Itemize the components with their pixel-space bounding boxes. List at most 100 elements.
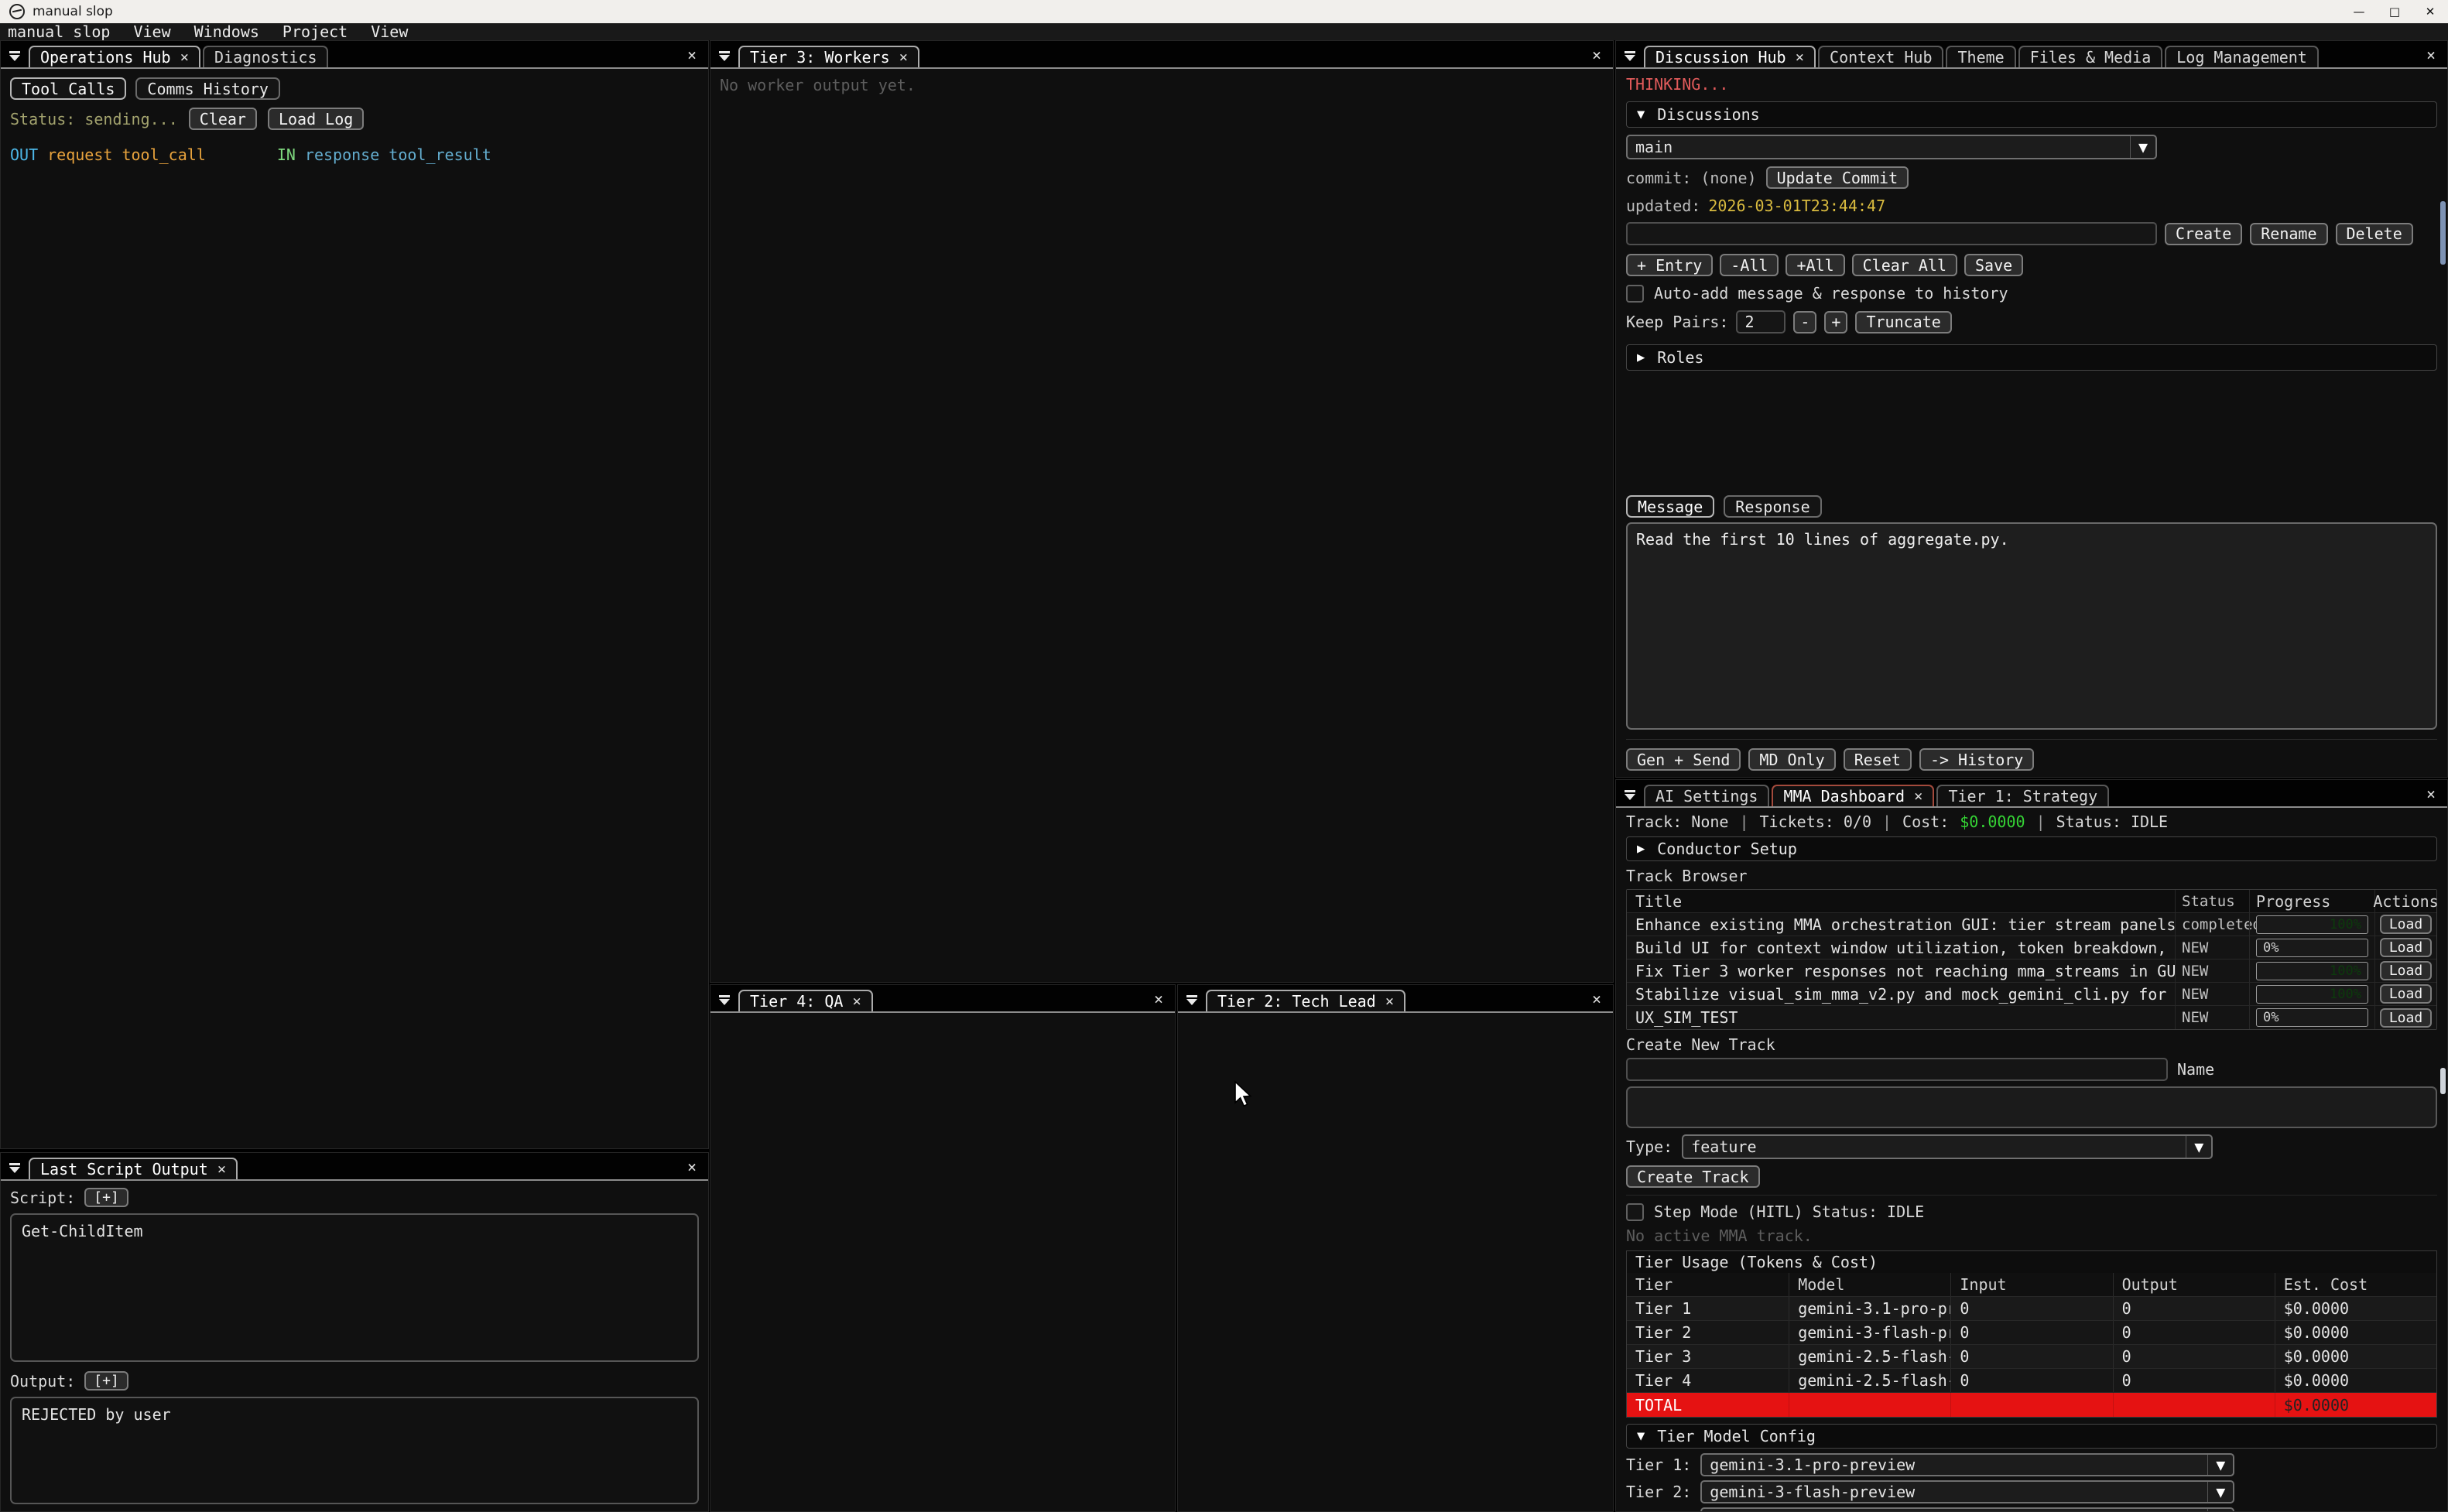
close-icon[interactable]: × (1914, 789, 1922, 804)
table-row[interactable]: Enhance existing MMA orchestration GUI: … (1627, 913, 2436, 936)
tab-discussion-hub[interactable]: Discussion Hub × (1644, 46, 1816, 67)
panel-menu-icon[interactable] (1, 1156, 29, 1179)
table-row[interactable]: Fix Tier 3 worker responses not reaching… (1627, 960, 2436, 983)
tab-response[interactable]: Response (1724, 495, 1821, 518)
subtab-tool-calls[interactable]: Tool Calls (10, 77, 126, 100)
track-description-textarea[interactable] (1626, 1086, 2437, 1128)
discussion-name-input[interactable] (1626, 222, 2157, 245)
panel-menu-icon[interactable] (710, 44, 738, 67)
tab-tier4-qa[interactable]: Tier 4: QA × (738, 990, 873, 1011)
tier3-model-select[interactable]: gemini-2.5-flash-lite ▼ (1700, 1507, 2234, 1512)
menu-windows[interactable]: Windows (183, 22, 271, 41)
expand-all-button[interactable]: +All (1785, 254, 1844, 276)
menu-view[interactable]: View (122, 22, 182, 41)
track-name-input[interactable] (1626, 1058, 2168, 1081)
panel-menu-icon[interactable] (1616, 783, 1644, 806)
close-icon[interactable]: × (852, 994, 861, 1009)
tab-context-hub[interactable]: Context Hub (1818, 46, 1943, 67)
panel-menu-icon[interactable] (1, 44, 29, 67)
load-button[interactable]: Load (2380, 961, 2432, 980)
reset-button[interactable]: Reset (1844, 748, 1912, 771)
create-button[interactable]: Create (2165, 223, 2242, 245)
step-mode-checkbox[interactable] (1626, 1203, 1644, 1221)
menu-view-2[interactable]: View (359, 22, 419, 41)
keep-pairs-plus-button[interactable]: + (1824, 311, 1847, 334)
minimize-icon[interactable]: — (2341, 0, 2377, 23)
track-type-select[interactable]: feature ▼ (1682, 1134, 2213, 1159)
tab-message[interactable]: Message (1626, 495, 1714, 518)
panel-close-icon[interactable]: × (2419, 785, 2447, 806)
menu-manual-slop[interactable]: manual slop (0, 22, 122, 41)
script-expand-button[interactable]: [+] (84, 1188, 128, 1207)
close-icon[interactable]: ✕ (2412, 0, 2448, 23)
panel-menu-icon[interactable] (710, 988, 738, 1011)
gen-send-button[interactable]: Gen + Send (1626, 748, 1741, 771)
log-out-text[interactable]: request tool_call (47, 145, 206, 164)
close-icon[interactable]: × (1796, 50, 1804, 65)
delete-button[interactable]: Delete (2336, 223, 2413, 245)
tier-model-config-header[interactable]: ▼ Tier Model Config (1626, 1424, 2437, 1449)
truncate-button[interactable]: Truncate (1855, 311, 1951, 334)
create-track-button[interactable]: Create Track (1626, 1165, 1760, 1188)
table-row[interactable]: Stabilize visual_sim_mma_v2.py and mock_… (1627, 983, 2436, 1006)
menu-project[interactable]: Project (271, 22, 359, 41)
log-in-text[interactable]: response tool_result (305, 145, 491, 164)
discussions-section-header[interactable]: ▼ Discussions (1626, 101, 2437, 128)
load-button[interactable]: Load (2380, 984, 2432, 1004)
tab-tier2-tech-lead[interactable]: Tier 2: Tech Lead × (1206, 990, 1405, 1011)
tab-theme[interactable]: Theme (1946, 46, 2015, 67)
mma-scrollbar-thumb[interactable] (2440, 1068, 2446, 1094)
discussion-select[interactable]: main ▼ (1626, 135, 2157, 159)
panel-close-icon[interactable]: × (1584, 46, 1613, 67)
close-icon[interactable]: × (899, 50, 908, 65)
close-icon[interactable]: × (217, 1162, 226, 1177)
discussion-scrollbar-thumb[interactable] (2440, 201, 2446, 265)
script-textbox[interactable]: Get-ChildItem (10, 1213, 699, 1362)
panel-close-icon[interactable]: × (1146, 990, 1175, 1011)
load-button[interactable]: Load (2380, 938, 2432, 957)
output-expand-button[interactable]: [+] (84, 1371, 128, 1391)
output-textbox[interactable]: REJECTED by user (10, 1397, 699, 1504)
tab-last-script-output[interactable]: Last Script Output × (29, 1158, 238, 1179)
table-row[interactable]: UX_SIM_TEST NEW 0% Load (1627, 1006, 2436, 1029)
save-button[interactable]: Save (1964, 254, 2023, 276)
md-only-button[interactable]: MD Only (1748, 748, 1835, 771)
panel-close-icon[interactable]: × (2419, 46, 2447, 67)
clear-all-button[interactable]: Clear All (1852, 254, 1957, 276)
add-entry-button[interactable]: + Entry (1626, 254, 1713, 276)
panel-menu-icon[interactable] (1178, 988, 1206, 1011)
tier2-model-select[interactable]: gemini-3-flash-preview ▼ (1700, 1480, 2234, 1503)
tab-ai-settings[interactable]: AI Settings (1644, 785, 1769, 806)
message-textarea[interactable]: Read the first 10 lines of aggregate.py. (1626, 522, 2437, 730)
keep-pairs-input[interactable] (1736, 310, 1785, 334)
panel-menu-icon[interactable] (1616, 44, 1644, 67)
table-row[interactable]: Build UI for context window utilization,… (1627, 936, 2436, 960)
panel-close-icon[interactable]: × (680, 46, 708, 67)
tab-operations-hub[interactable]: Operations Hub × (29, 46, 200, 67)
tier1-model-select[interactable]: gemini-3.1-pro-preview ▼ (1700, 1453, 2234, 1476)
load-button[interactable]: Load (2380, 915, 2432, 934)
tab-diagnostics[interactable]: Diagnostics (203, 46, 328, 67)
panel-close-icon[interactable]: × (680, 1158, 708, 1179)
tab-files-media[interactable]: Files & Media (2018, 46, 2163, 67)
tab-tier1-strategy[interactable]: Tier 1: Strategy (1936, 785, 2109, 806)
load-button[interactable]: Load (2380, 1008, 2432, 1028)
maximize-icon[interactable]: □ (2377, 0, 2412, 23)
auto-add-checkbox[interactable] (1626, 285, 1644, 303)
to-history-button[interactable]: -> History (1919, 748, 2034, 771)
tab-log-management[interactable]: Log Management (2165, 46, 2319, 67)
subtab-comms-history[interactable]: Comms History (135, 77, 280, 100)
load-log-button[interactable]: Load Log (268, 108, 364, 130)
panel-close-icon[interactable]: × (1584, 990, 1613, 1011)
conductor-setup-header[interactable]: ▶ Conductor Setup (1626, 836, 2437, 861)
tab-mma-dashboard[interactable]: MMA Dashboard × (1772, 785, 1934, 806)
collapse-all-button[interactable]: -All (1720, 254, 1779, 276)
close-icon[interactable]: × (1385, 994, 1394, 1009)
update-commit-button[interactable]: Update Commit (1766, 166, 1909, 189)
rename-button[interactable]: Rename (2250, 223, 2327, 245)
tab-tier3-workers[interactable]: Tier 3: Workers × (738, 46, 919, 67)
clear-button[interactable]: Clear (189, 108, 257, 130)
close-icon[interactable]: × (180, 50, 189, 65)
keep-pairs-minus-button[interactable]: - (1793, 311, 1816, 334)
roles-section-header[interactable]: ▶ Roles (1626, 344, 2437, 371)
